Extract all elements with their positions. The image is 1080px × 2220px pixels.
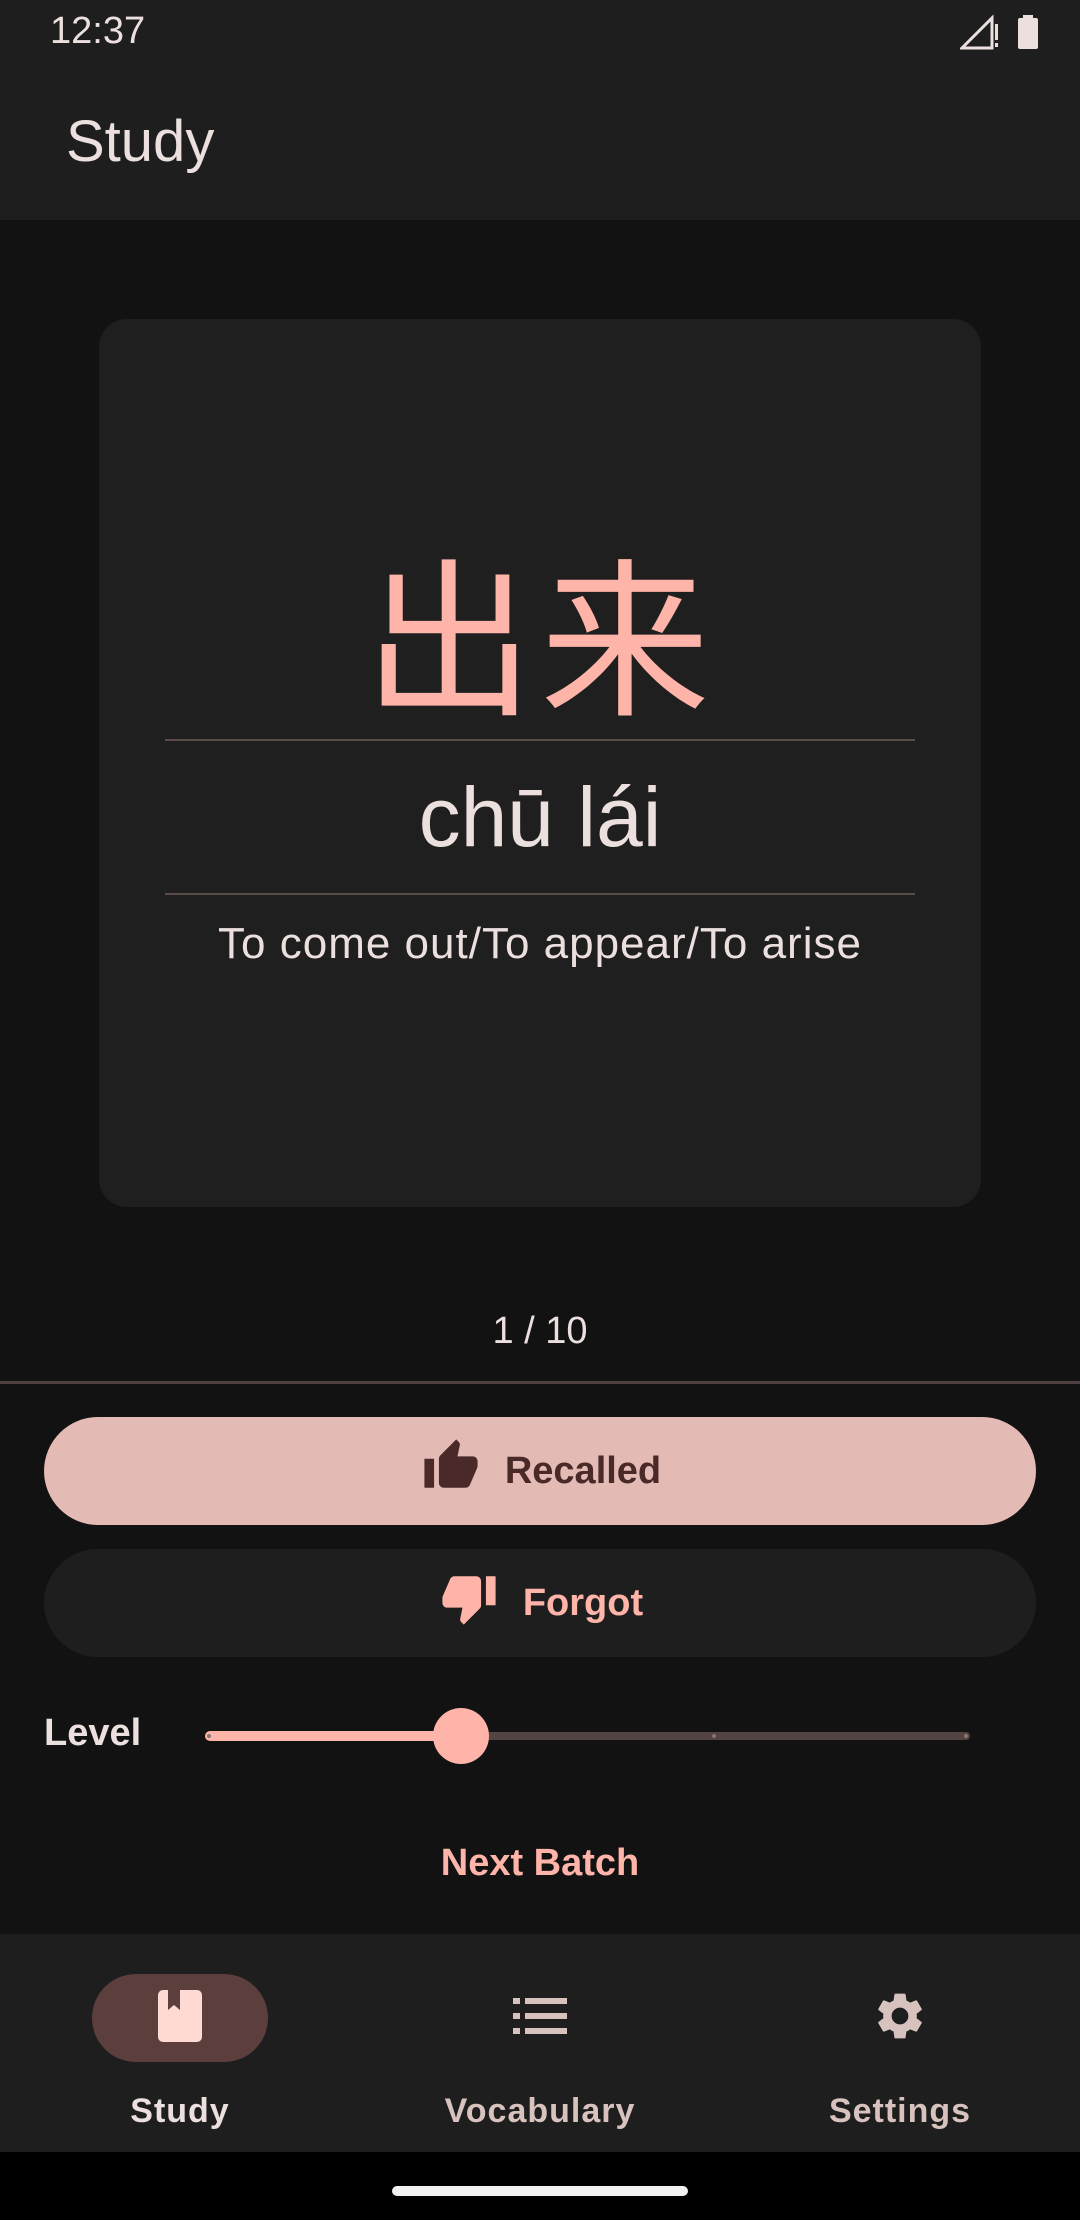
meaning-text: To come out/To appear/To arise <box>218 919 862 968</box>
nav-label-settings: Settings <box>828 2092 972 2130</box>
page-title: Study <box>66 109 215 174</box>
battery-icon <box>1016 14 1040 55</box>
slider-thumb[interactable] <box>433 1708 490 1764</box>
next-batch-button[interactable]: Next Batch <box>0 1842 1080 1885</box>
thumbs-up-icon <box>419 1437 483 1505</box>
list-icon <box>513 1996 567 2041</box>
signal-icon <box>958 14 1000 55</box>
card-divider-bottom <box>165 893 915 895</box>
gesture-bar <box>0 2152 1080 2220</box>
slider-tick <box>207 1734 211 1738</box>
flashcard[interactable]: 出来 chū lái To come out/To appear/To aris… <box>99 319 981 1207</box>
app-bar: Study <box>0 68 1080 220</box>
nav-item-vocabulary[interactable]: Vocabulary <box>360 1934 720 2152</box>
slider-tick <box>964 1734 968 1738</box>
nav-icon-holder <box>812 1974 988 2062</box>
forgot-label: Forgot <box>522 1581 644 1624</box>
status-icons <box>958 14 1040 55</box>
level-slider[interactable] <box>205 1707 970 1764</box>
pinyin-text: chū lái <box>418 770 662 864</box>
nav-label-study: Study <box>130 2092 230 2130</box>
status-time: 12:37 <box>50 10 146 52</box>
book-icon <box>156 1988 204 2049</box>
recalled-label: Recalled <box>504 1449 662 1492</box>
hanzi-text: 出来 <box>363 545 716 743</box>
thumbs-down-icon <box>437 1569 501 1637</box>
status-bar: 12:37 <box>0 0 1080 68</box>
section-divider <box>0 1381 1080 1384</box>
recalled-button[interactable]: Recalled <box>44 1417 1036 1525</box>
forgot-button[interactable]: Forgot <box>44 1549 1036 1657</box>
nav-indicator <box>92 1974 268 2062</box>
nav-icon-holder <box>452 1974 628 2062</box>
nav-item-settings[interactable]: Settings <box>720 1934 1080 2152</box>
slider-tick <box>711 1734 716 1738</box>
nav-label-vocabulary: Vocabulary <box>444 2092 636 2130</box>
level-label: Level <box>44 1712 142 1754</box>
nav-item-study[interactable]: Study <box>0 1934 360 2152</box>
gear-icon <box>872 1988 928 2049</box>
bottom-nav: Study Vocabulary Settings <box>0 1934 1080 2152</box>
home-indicator[interactable] <box>392 2186 688 2196</box>
progress-counter: 1 / 10 <box>492 1310 588 1352</box>
slider-fill <box>205 1731 462 1741</box>
card-divider-top <box>165 739 915 741</box>
